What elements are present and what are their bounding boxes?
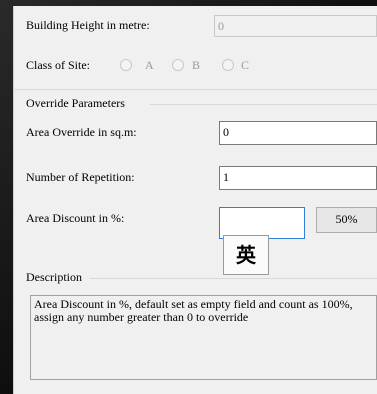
class-of-site-label: Class of Site:	[26, 58, 91, 72]
radio-class-b[interactable]	[172, 59, 184, 71]
radio-class-a-label: A	[145, 58, 154, 72]
radio-class-c-label: C	[241, 58, 250, 72]
override-group-border	[150, 104, 377, 105]
area-override-input[interactable]: 0	[219, 121, 377, 145]
building-height-input[interactable]: 0	[214, 15, 377, 37]
description-textbox: Area Discount in %, default set as empty…	[30, 295, 377, 380]
building-height-label: Building Height in metre:	[26, 18, 150, 32]
area-discount-label: Area Discount in %:	[26, 211, 125, 225]
radio-class-c[interactable]	[222, 59, 234, 71]
ime-language-indicator: 英	[223, 235, 269, 275]
radio-class-a[interactable]	[120, 59, 132, 71]
discount-50-button[interactable]: 50%	[316, 207, 377, 233]
description-group-border	[90, 278, 377, 279]
description-title: Description	[26, 270, 82, 284]
repetition-label: Number of Repetition:	[26, 170, 135, 184]
section-divider	[13, 89, 377, 90]
area-override-label: Area Override in sq.m:	[26, 125, 137, 139]
override-parameters-title: Override Parameters	[26, 96, 125, 110]
repetition-input[interactable]: 1	[219, 166, 377, 190]
radio-class-b-label: B	[192, 58, 201, 72]
